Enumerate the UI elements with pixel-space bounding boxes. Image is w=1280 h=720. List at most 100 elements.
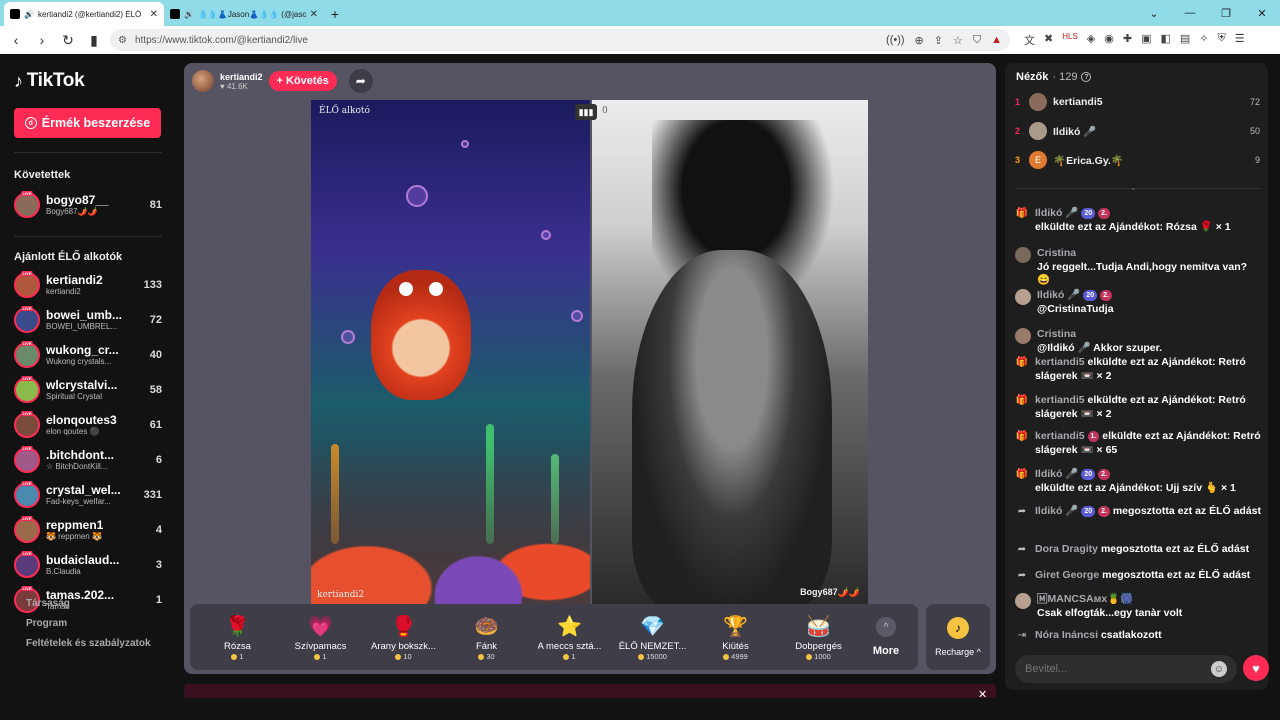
host-avatar[interactable] <box>192 70 214 92</box>
close-tab-icon[interactable]: ✕ <box>150 9 158 20</box>
zoom-icon[interactable]: ⊕ <box>915 34 924 47</box>
extension-icon[interactable]: HLS <box>1062 32 1078 48</box>
avatar[interactable] <box>1015 289 1031 305</box>
share-icon[interactable]: ⇪ <box>934 34 943 47</box>
speaker-icon[interactable]: 🔊 <box>24 10 34 19</box>
audio-bars-icon[interactable]: ▮▮▮ <box>575 104 597 120</box>
chat-username[interactable]: kertiandi5 <box>1035 394 1085 406</box>
chat-username[interactable]: Ildikó 🎤 <box>1035 468 1078 480</box>
forward-button[interactable]: › <box>32 32 52 48</box>
creator-item[interactable]: LIVE bogyo87__ Bogy687🌶️🌶️ 81 <box>14 187 162 222</box>
star-icon[interactable]: ☆ <box>953 34 963 47</box>
ai-icon[interactable]: ✧ <box>1199 32 1208 48</box>
url-field[interactable]: ⚙ https://www.tiktok.com/@kertiandi2/liv… <box>110 29 1010 51</box>
recharge-button[interactable]: ♪ Recharge ^ <box>926 604 990 670</box>
gift-item[interactable]: 🏆 Kiütés 4999 <box>694 613 777 662</box>
chat-username[interactable]: 🄼MANCSAмх🍍🎆 <box>1037 593 1133 605</box>
close-icon[interactable]: ✕ <box>978 688 987 701</box>
gift-icon: 🎁 <box>1015 208 1029 220</box>
sidebar-icon[interactable]: ◧ <box>1160 32 1170 48</box>
gift-item[interactable]: 🥊 Arany bokszk... 10 <box>362 613 445 662</box>
puzzle-icon[interactable]: ✚ <box>1123 32 1132 48</box>
recommended-title: Ajánlott ÉLŐ alkotók <box>14 251 123 263</box>
gift-item[interactable]: 💗 Szívpamacs 1 <box>279 613 362 662</box>
extension-icon[interactable]: ▣ <box>1141 32 1151 48</box>
avatar[interactable] <box>1015 328 1031 344</box>
creator-item[interactable]: LIVE budaiclaud... B.Claudia 3 <box>14 547 162 582</box>
restore-button[interactable]: ❐ <box>1208 0 1244 26</box>
chat-username[interactable]: Cristina <box>1037 247 1076 259</box>
extension-icon[interactable]: ◉ <box>1104 32 1114 48</box>
video-player[interactable]: ÉLŐ alkotó kertiandi2 0 Bogy687🌶️🌶️ ▮▮▮ <box>311 100 868 604</box>
creator-item[interactable]: LIVE wlcrystalvi... Spiritual Crystal 58 <box>14 372 162 407</box>
creator-subtitle: Spiritual Crystal <box>46 392 103 401</box>
like-heart-button[interactable]: ♥ <box>1243 655 1269 681</box>
gift-item[interactable]: 💎 ÉLŐ NEMZET... 15000 <box>611 613 694 662</box>
chat-username[interactable]: Dora Dragity <box>1035 543 1098 555</box>
chat-input[interactable] <box>1025 663 1211 675</box>
gift-item[interactable]: 🍩 Fánk 30 <box>445 613 528 662</box>
browser-tab[interactable]: 🔊 💧💧👗Jason👗💧💧 (@jason_sam ✕ <box>164 2 324 26</box>
creator-item[interactable]: LIVE wukong_cr... Wukong crystals... 40 <box>14 337 162 372</box>
chat-username[interactable]: kertiandi5 <box>1035 356 1085 368</box>
footer-links: Társaság Program Feltételek és szabályza… <box>26 594 151 654</box>
shield-icon[interactable]: ⛉ <box>973 34 981 47</box>
footer-link-company[interactable]: Társaság <box>26 594 151 614</box>
vpn-icon[interactable]: ⛨ <box>1218 32 1226 48</box>
speaker-icon[interactable]: 🔊 <box>184 10 194 19</box>
new-tab-button[interactable]: + <box>324 2 346 26</box>
footer-link-terms[interactable]: Feltételek és szabályzatok <box>26 634 151 654</box>
tab-search-icon[interactable]: ⌄ <box>1136 0 1172 26</box>
translate-icon[interactable]: 文 <box>1024 32 1035 48</box>
close-window-button[interactable]: ✕ <box>1244 0 1280 26</box>
chat-username[interactable]: Ildikó 🎤 <box>1035 505 1078 517</box>
more-gifts-button[interactable]: ^ More <box>860 617 912 657</box>
creator-item[interactable]: LIVE crystal_wel... Fad-keys_welfar... 331 <box>14 477 162 512</box>
tiktok-logo[interactable]: ♪ TikTok <box>14 70 162 92</box>
chat-username[interactable]: Ildikó 🎤 <box>1037 289 1080 301</box>
extension-icon[interactable]: ◈ <box>1087 32 1095 48</box>
creator-item[interactable]: LIVE reppmen1 🐯 reppmen 🐯 4 <box>14 512 162 547</box>
gift-item[interactable]: 🥁 Dobpergés 1000 <box>777 613 860 662</box>
promo-banner[interactable] <box>184 684 996 698</box>
share-button[interactable]: ➦ <box>348 69 373 93</box>
chat-username[interactable]: Ildikó 🎤 <box>1035 207 1078 219</box>
host-name[interactable]: kertiandi2 <box>220 72 263 82</box>
footer-link-program[interactable]: Program <box>26 614 151 634</box>
emoji-icon[interactable]: ☺ <box>1211 661 1227 677</box>
avatar[interactable] <box>1015 593 1031 609</box>
menu-icon[interactable]: ☰ <box>1235 32 1245 48</box>
creator-item[interactable]: LIVE kertiandi2 kertiandi2 133 <box>14 267 162 302</box>
warning-icon[interactable]: ▲ <box>991 34 1002 47</box>
gift-item[interactable]: ⭐ A meccs sztá... 1 <box>528 613 611 662</box>
chat-username[interactable]: Cristina <box>1037 328 1076 340</box>
extension-icon[interactable]: ✖ <box>1044 32 1053 48</box>
creator-item[interactable]: LIVE elonqoutes3 elon qoutes ⚫ 61 <box>14 407 162 442</box>
back-button[interactable]: ‹ <box>6 32 26 48</box>
site-settings-icon[interactable]: ⚙ <box>118 35 127 46</box>
minimize-button[interactable]: — <box>1172 0 1208 26</box>
creator-item[interactable]: LIVE bowei_umb... BOWEI_UMBREL... 72 <box>14 302 162 337</box>
chat-username[interactable]: Giret George <box>1035 569 1099 581</box>
chevron-down-icon[interactable]: ⌄ <box>1130 183 1137 192</box>
avatar[interactable] <box>1015 247 1031 263</box>
cast-icon[interactable]: ((•)) <box>886 34 905 47</box>
chat-username[interactable]: kertiandi5 <box>1035 430 1085 442</box>
gift-item[interactable]: 🌹 Rózsa 1 <box>196 613 279 662</box>
top-viewer-row[interactable]: 1 kertiandi5 72 <box>1015 91 1260 113</box>
chat-text: elküldte ezt az Ajándékot: Rózsa 🌹 × 1 <box>1035 220 1231 233</box>
gift-name: Arany bokszk... <box>371 641 436 652</box>
get-coins-button[interactable]: d Érmék beszerzése <box>14 108 161 138</box>
follow-button[interactable]: + Követés <box>268 71 337 91</box>
help-icon[interactable]: ? <box>1081 72 1092 82</box>
bookmark-icon[interactable]: ▮ <box>84 32 104 49</box>
wallet-icon[interactable]: ▤ <box>1180 32 1190 48</box>
top-viewer-row[interactable]: 2 Ildikó 🎤 50 <box>1015 120 1260 142</box>
browser-tab-active[interactable]: 🔊 kertiandi2 (@kertiandi2) ÉLŐ ✕ <box>4 2 164 26</box>
tab-title: kertiandi2 (@kertiandi2) ÉLŐ <box>37 9 142 19</box>
top-viewer-row[interactable]: 3 E 🌴Erica.Gy.🌴 9 <box>1015 149 1260 171</box>
reload-button[interactable]: ↻ <box>58 32 78 49</box>
close-tab-icon[interactable]: ✕ <box>310 9 318 20</box>
creator-item[interactable]: LIVE .bitchdont... ☆ BitchDontKill... 6 <box>14 442 162 477</box>
chat-username[interactable]: Nóra Ináncsi <box>1035 629 1098 641</box>
